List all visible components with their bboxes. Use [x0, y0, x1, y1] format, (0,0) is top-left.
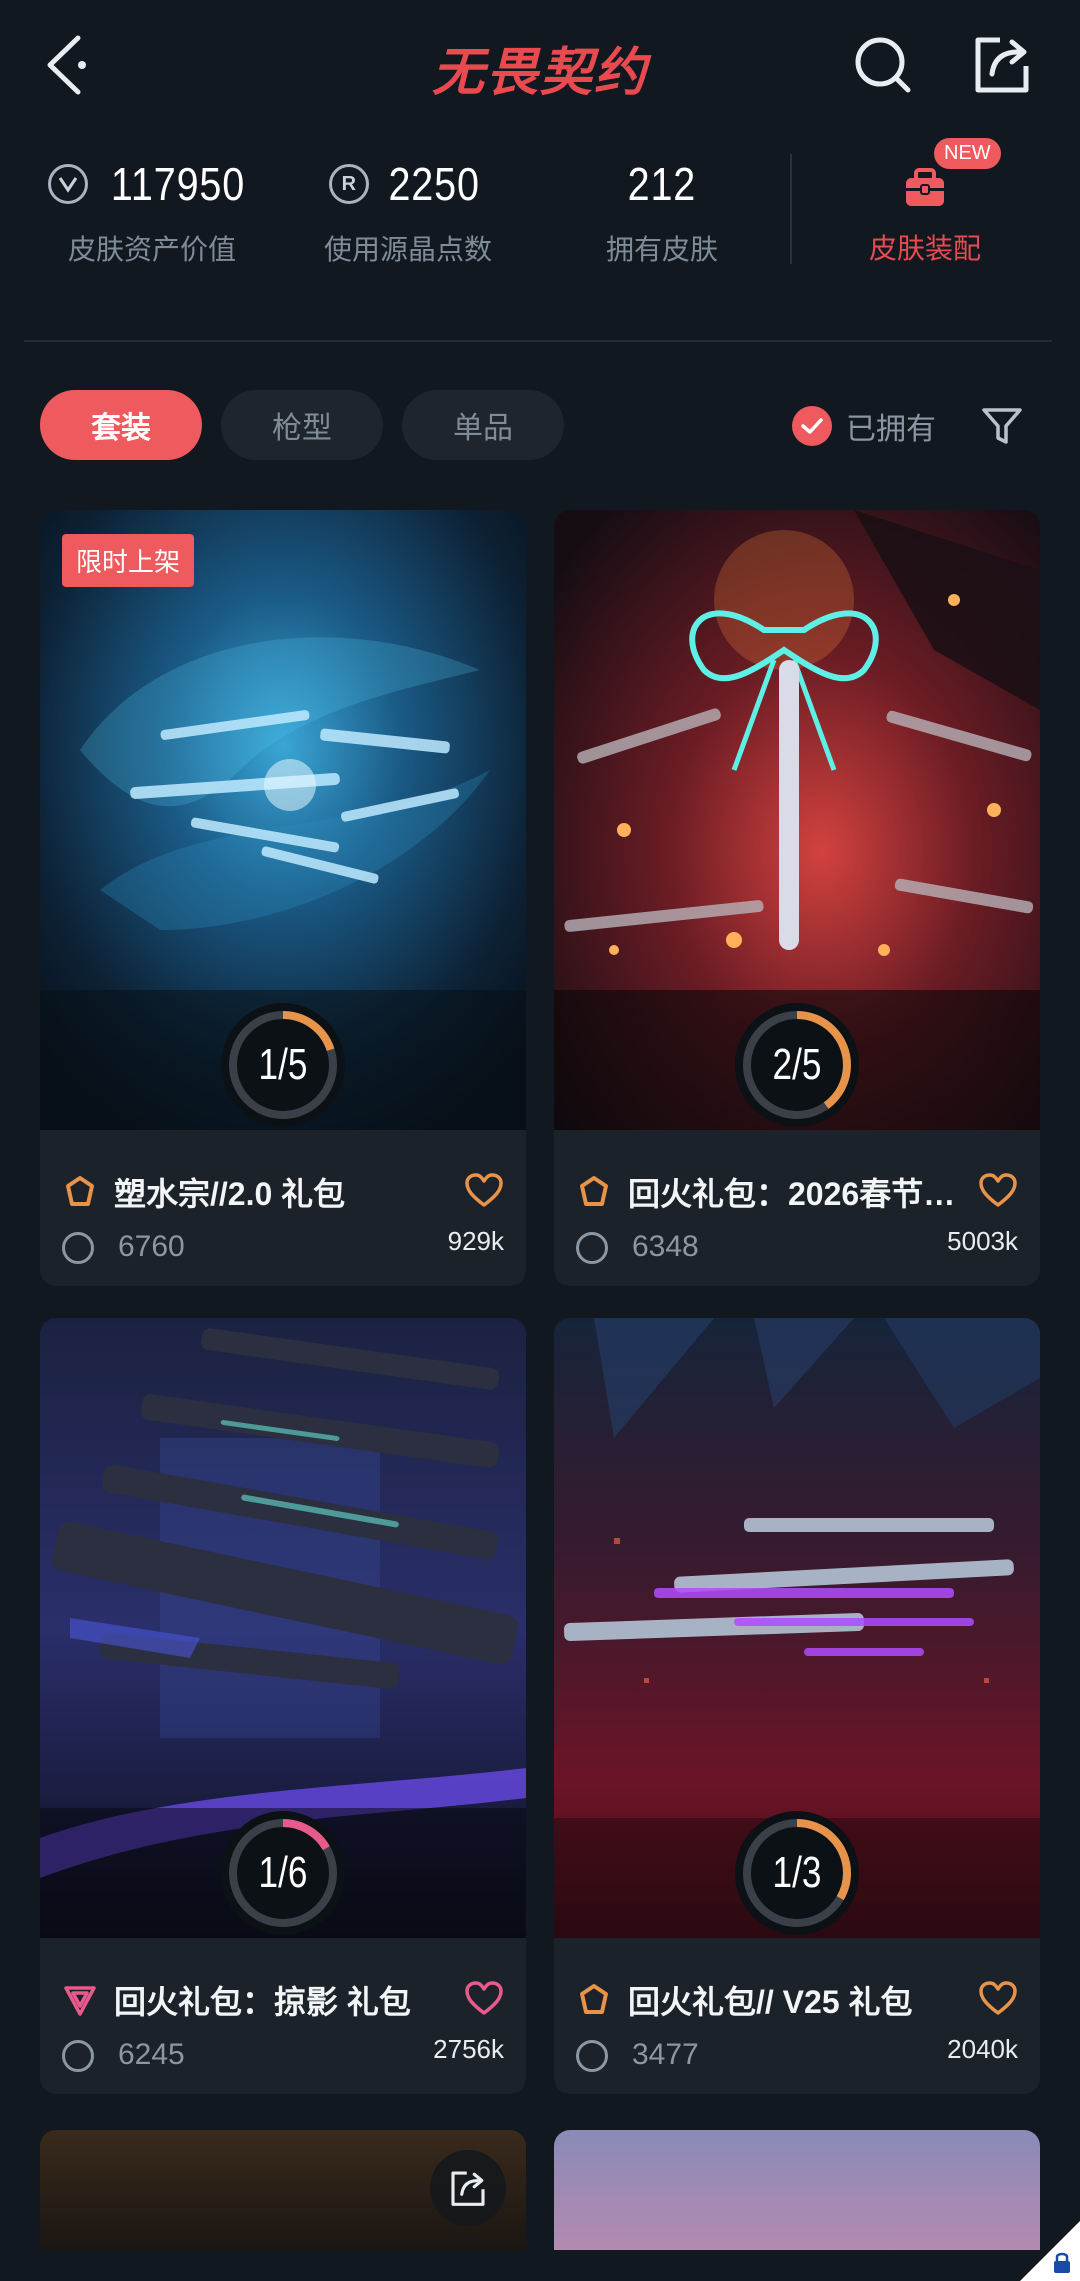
bundle-card[interactable]: 2/5 回火礼包：2026春节限定礼包 6348 5003k	[554, 510, 1040, 1286]
bundle-card[interactable]: 1/3 回火礼包// V25 礼包 3477 2040k	[554, 1318, 1040, 2094]
bundle-price: 3477	[632, 2038, 699, 2071]
tier-icon	[64, 1986, 96, 2016]
checkmark-icon	[792, 406, 832, 446]
progress-count: 1/3	[772, 1848, 822, 1897]
bundle-price: 6348	[632, 1230, 699, 1263]
heart-icon[interactable]	[464, 1172, 504, 1208]
vp-coin-icon	[47, 164, 88, 204]
vp-coin-icon	[62, 2040, 94, 2072]
heart-icon[interactable]	[464, 1980, 504, 2016]
tab-weapon-type[interactable]: 枪型	[221, 390, 383, 460]
like-count: 929k	[447, 1226, 504, 1256]
skin-equip-button[interactable]: NEW 皮肤装配	[830, 138, 1020, 267]
vp-coin-icon	[576, 2040, 608, 2072]
bundle-card[interactable]: 限时上架 1/5 塑水宗//2.0 礼包 6760 929k	[40, 510, 526, 1286]
radianite-icon: R	[328, 164, 369, 204]
share-icon[interactable]	[430, 2150, 506, 2226]
bundle-artwork: 1/6	[40, 1318, 526, 1938]
filter-bar: 套装 枪型 单品 已拥有	[0, 390, 1080, 462]
progress-count: 1/6	[258, 1848, 308, 1897]
filter-funnel-icon[interactable]	[980, 404, 1024, 448]
bundle-title: 回火礼包：2026春节限定礼包	[628, 1176, 958, 1212]
bundle-artwork: 限时上架 1/5	[40, 510, 526, 1130]
bundle-artwork: 2/5	[554, 510, 1040, 1130]
stats-divider	[790, 154, 792, 264]
progress-count: 1/5	[258, 1040, 308, 1089]
share-icon[interactable]	[970, 32, 1034, 96]
bundle-card-partial[interactable]	[554, 2130, 1040, 2250]
bundle-title: 塑水宗//2.0 礼包	[114, 1176, 346, 1212]
progress-count: 2/5	[772, 1040, 822, 1089]
bundle-price: 6760	[118, 1230, 185, 1263]
tier-icon	[66, 1176, 94, 1206]
owned-toggle[interactable]: 已拥有	[792, 404, 936, 448]
bundle-card[interactable]: 1/6 回火礼包：掠影 礼包 6245 2756k	[40, 1318, 526, 2094]
bundle-artwork: 1/3	[554, 1318, 1040, 1938]
tier-icon	[580, 1176, 608, 1206]
bundle-card-partial[interactable]	[40, 2130, 526, 2250]
vp-coin-icon	[62, 1232, 94, 1264]
like-count: 2040k	[947, 2034, 1018, 2064]
new-badge: NEW	[934, 138, 1001, 169]
like-count: 2756k	[433, 2034, 504, 2064]
corner-lock-icon	[1020, 2221, 1080, 2281]
top-bar: 无畏契约	[0, 0, 1080, 130]
app-logo-title: 无畏契约	[431, 44, 648, 102]
stat-radianite-points: R 2250 使用源晶点数	[323, 158, 492, 265]
heart-icon[interactable]	[978, 1172, 1018, 1208]
vp-coin-icon	[576, 1232, 608, 1264]
asset-stats: 117950 皮肤资产价值 R 2250 使用源晶点数 212 拥有皮肤 NEW…	[0, 138, 1080, 290]
search-icon[interactable]	[852, 32, 912, 96]
tab-single-item[interactable]: 单品	[402, 390, 564, 460]
stat-skin-value: 117950 皮肤资产价值	[32, 152, 272, 268]
heart-icon[interactable]	[978, 1980, 1018, 2016]
bundle-title: 回火礼包// V25 礼包	[628, 1984, 913, 2020]
stat-owned-skins: 212 拥有皮肤	[605, 158, 718, 265]
tab-bundle[interactable]: 套装	[40, 390, 202, 460]
like-count: 5003k	[947, 1226, 1018, 1256]
tier-icon	[580, 1984, 608, 2014]
bundle-title: 回火礼包：掠影 礼包	[114, 1984, 411, 2020]
limited-time-badge: 限时上架	[62, 534, 195, 587]
bundle-price: 6245	[118, 2038, 185, 2071]
toolbox-icon	[906, 168, 944, 206]
section-divider	[24, 340, 1052, 342]
